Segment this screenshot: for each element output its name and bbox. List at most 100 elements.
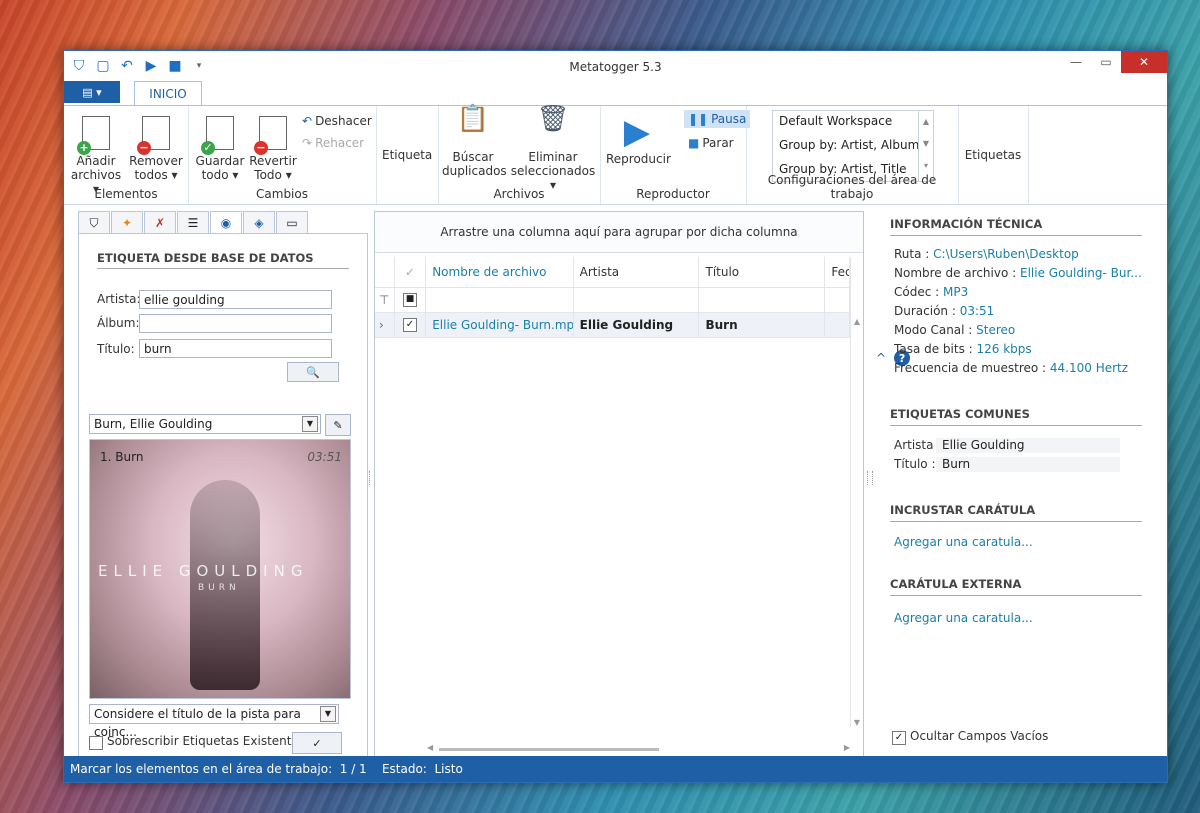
- tech-row-path: Ruta : C:\Users\Ruben\Desktop: [894, 247, 1079, 261]
- maximize-button[interactable]: ▭: [1091, 51, 1121, 73]
- window-controls: — ▭ ✕: [1061, 51, 1167, 73]
- column-header-artist[interactable]: Artista: [574, 257, 700, 287]
- window-title: Metatogger 5.3: [569, 60, 662, 74]
- column-header-filename[interactable]: Nombre de archivo: [426, 257, 574, 287]
- track-duration: 03:51: [307, 450, 342, 464]
- undo-button[interactable]: ↶ Deshacer: [302, 114, 372, 128]
- group-label-elementos: Elementos: [94, 187, 158, 201]
- embed-cover-link[interactable]: Agregar una caratula...: [894, 535, 1033, 549]
- hide-empty-checkbox[interactable]: ✓: [892, 731, 906, 745]
- external-cover-link[interactable]: Agregar una caratula...: [894, 611, 1033, 625]
- table-row[interactable]: › ✓ Ellie Goulding- Burn.mp3 Ellie Gould…: [375, 313, 850, 338]
- ribbon: + Añadir archivos ▾ − Remover todos ▾ El…: [64, 105, 1167, 205]
- horizontal-scroll-thumb[interactable]: [439, 748, 659, 751]
- title-bar: ⛉ ▢ ↶ ▶ ■ ▾ Metatogger 5.3 — ▭ ✕: [64, 51, 1167, 83]
- find-duplicates-button[interactable]: 📋 Búscar duplicados: [442, 106, 507, 178]
- release-selected: Burn, Ellie Goulding: [94, 417, 213, 431]
- header-check[interactable]: ✓: [395, 257, 427, 287]
- tab-inicio[interactable]: INICIO: [134, 81, 202, 106]
- workspace-list-scroll[interactable]: ▲ ▼ ▾: [918, 111, 933, 181]
- trash-icon: 🗑: [536, 104, 570, 134]
- cell-date: [825, 313, 850, 337]
- save-all-button[interactable]: ✓ Guardar todo ▾: [194, 116, 246, 182]
- artist-input[interactable]: ellie goulding: [139, 290, 332, 309]
- right-splitter[interactable]: [867, 471, 873, 485]
- group-label-workspace: Configuraciones del área de trabajo: [767, 173, 937, 201]
- left-panel: ⛉ ✦ ✗ ☰ ◉ ◈ ▭ ETIQUETA DESDE BASE DE DAT…: [78, 211, 368, 757]
- group-by-hint: Arrastre una columna aquí para agrupar p…: [375, 212, 863, 253]
- remove-all-button[interactable]: − Remover todos ▾: [128, 116, 184, 182]
- revert-all-button[interactable]: − Revertir Todo ▾: [246, 116, 300, 182]
- search-button[interactable]: 🔍: [287, 362, 339, 382]
- tag-button[interactable]: Etiqueta: [382, 148, 432, 162]
- vertical-scrollbar[interactable]: ▲ ▼: [850, 257, 863, 727]
- play-triangle-icon: ▶: [623, 112, 651, 152]
- close-button[interactable]: ✕: [1121, 51, 1167, 73]
- tags-button[interactable]: Etiquetas: [964, 148, 1022, 162]
- play-button[interactable]: ▶ Reproducir: [606, 112, 671, 166]
- tab-list[interactable]: ☰: [177, 211, 209, 234]
- track-item[interactable]: 1. Burn 03:51: [100, 450, 342, 464]
- workspace-list[interactable]: Default Workspace Group by: Artist, Albu…: [772, 110, 934, 182]
- row-checkbox[interactable]: ✓: [395, 313, 427, 337]
- redo-button[interactable]: ↷ Rehacer: [302, 136, 364, 150]
- add-document-icon: +: [77, 116, 110, 155]
- track-name: 1. Burn: [100, 450, 144, 464]
- common-label-artist: Artista :: [894, 438, 942, 452]
- apply-button[interactable]: ✓: [292, 732, 342, 754]
- pause-icon: ❚❚: [688, 112, 709, 126]
- tab-tag-edit[interactable]: ⛉: [78, 211, 110, 234]
- workspace-item-artist-album[interactable]: Group by: Artist, Album: [773, 135, 933, 159]
- tech-row-codec: Códec : MP3: [894, 285, 968, 299]
- tech-value-filename: Ellie Goulding- Bur...: [1019, 266, 1142, 280]
- filter-title[interactable]: [699, 288, 826, 312]
- tab-tag-remove[interactable]: ✗: [144, 211, 176, 234]
- file-menu-button[interactable]: ▤ ▾: [64, 81, 120, 103]
- tech-value-path[interactable]: C:\Users\Ruben\Desktop: [933, 247, 1079, 261]
- row-indicator-icon: ›: [375, 313, 395, 337]
- check-icon: ✓: [312, 736, 322, 750]
- scroll-left-icon[interactable]: ◀: [427, 743, 433, 752]
- filter-artist[interactable]: [574, 288, 700, 312]
- find-duplicates-label: Búscar: [452, 150, 494, 164]
- match-option-dropdown[interactable]: Considere el título de la pista para coi…: [89, 704, 339, 739]
- pause-button[interactable]: ❚❚ Pausa: [684, 110, 751, 128]
- group-etiquetas: Etiquetas: [958, 106, 1029, 204]
- status-bar: Marcar los elementos en el área de traba…: [64, 756, 1167, 782]
- hide-empty-label: Ocultar Campos Vacíos: [910, 729, 1049, 743]
- tab-cover[interactable]: ◈: [243, 211, 275, 234]
- release-dropdown[interactable]: Burn, Ellie Goulding ▼: [89, 414, 321, 434]
- group-label-cambios: Cambios: [256, 187, 308, 201]
- overwrite-checkbox[interactable]: [89, 736, 103, 750]
- stop-square-icon: ■: [688, 136, 700, 150]
- minimize-button[interactable]: —: [1061, 51, 1091, 73]
- common-value-artist[interactable]: Ellie Goulding: [936, 438, 1120, 453]
- add-files-button[interactable]: + Añadir archivos ▾: [70, 116, 122, 196]
- column-header-date[interactable]: Fech: [825, 257, 850, 287]
- scroll-up-icon[interactable]: ▲: [851, 317, 863, 326]
- left-panel-tabs: ⛉ ✦ ✗ ☰ ◉ ◈ ▭: [78, 211, 309, 234]
- tab-rename[interactable]: ▭: [276, 211, 308, 234]
- album-input[interactable]: [139, 314, 332, 333]
- column-header-title[interactable]: Título: [699, 257, 826, 287]
- delete-selected-button[interactable]: 🗑 Eliminar seleccionados ▾: [508, 104, 598, 192]
- pause-label: Pausa: [711, 112, 747, 126]
- workspace-item-default[interactable]: Default Workspace: [773, 111, 933, 135]
- scroll-right-icon[interactable]: ▶: [844, 743, 850, 752]
- stop-button[interactable]: ■ Parar: [688, 136, 734, 150]
- edit-release-button[interactable]: ✎: [325, 414, 351, 436]
- tab-script[interactable]: ✦: [111, 211, 143, 234]
- scroll-down-icon[interactable]: ▼: [851, 718, 863, 727]
- title-input[interactable]: burn: [139, 339, 332, 358]
- common-value-title[interactable]: Burn: [936, 457, 1120, 472]
- section-title-external: CARÁTULA EXTERNA: [890, 577, 1142, 596]
- filter-date[interactable]: [825, 288, 850, 312]
- filter-check[interactable]: ■: [395, 288, 427, 312]
- group-reproductor: ▶ Reproducir ❚❚ Pausa ■ Parar Reproductor: [600, 106, 751, 204]
- cell-title: Burn: [699, 313, 826, 337]
- filter-filename[interactable]: [426, 288, 574, 312]
- add-files-label: Añadir: [76, 154, 116, 168]
- horizontal-scrollbar[interactable]: ◀ ▶: [427, 743, 850, 755]
- tab-database[interactable]: ◉: [210, 211, 242, 234]
- remove-all-label2: todos ▾: [134, 168, 178, 182]
